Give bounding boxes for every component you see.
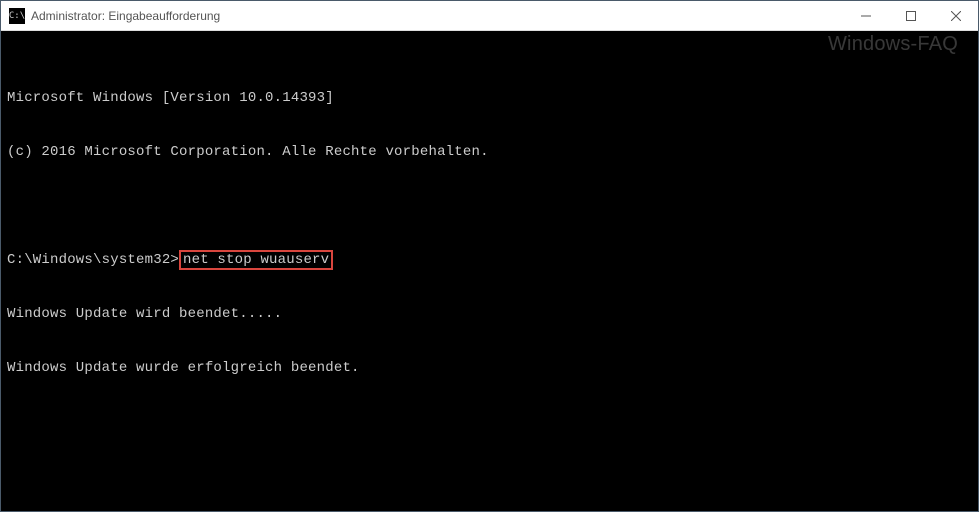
- console-line: (c) 2016 Microsoft Corporation. Alle Rec…: [7, 143, 972, 161]
- cmd-window: C:\ Administrator: Eingabeaufforderung W…: [0, 0, 979, 512]
- watermark: Windows-FAQ: [828, 35, 958, 53]
- cmd-icon: C:\: [9, 8, 25, 24]
- console-blank: [7, 467, 972, 485]
- titlebar[interactable]: C:\ Administrator: Eingabeaufforderung: [1, 1, 978, 31]
- minimize-button[interactable]: [843, 1, 888, 30]
- prompt: C:\Windows\system32>: [7, 252, 179, 268]
- console-line: Microsoft Windows [Version 10.0.14393]: [7, 89, 972, 107]
- close-button[interactable]: [933, 1, 978, 30]
- window-title: Administrator: Eingabeaufforderung: [31, 9, 220, 23]
- console-line: Windows Update wird beendet.....: [7, 305, 972, 323]
- console-blank: [7, 413, 972, 431]
- highlighted-command: net stop wuauserv: [179, 250, 333, 270]
- console-blank: [7, 197, 972, 215]
- window-controls: [843, 1, 978, 30]
- console-area[interactable]: Windows-FAQ Microsoft Windows [Version 1…: [1, 31, 978, 511]
- console-line: Windows Update wurde erfolgreich beendet…: [7, 359, 972, 377]
- titlebar-left: C:\ Administrator: Eingabeaufforderung: [9, 8, 220, 24]
- maximize-button[interactable]: [888, 1, 933, 30]
- console-line: C:\Windows\system32>net stop wuauserv: [7, 251, 972, 269]
